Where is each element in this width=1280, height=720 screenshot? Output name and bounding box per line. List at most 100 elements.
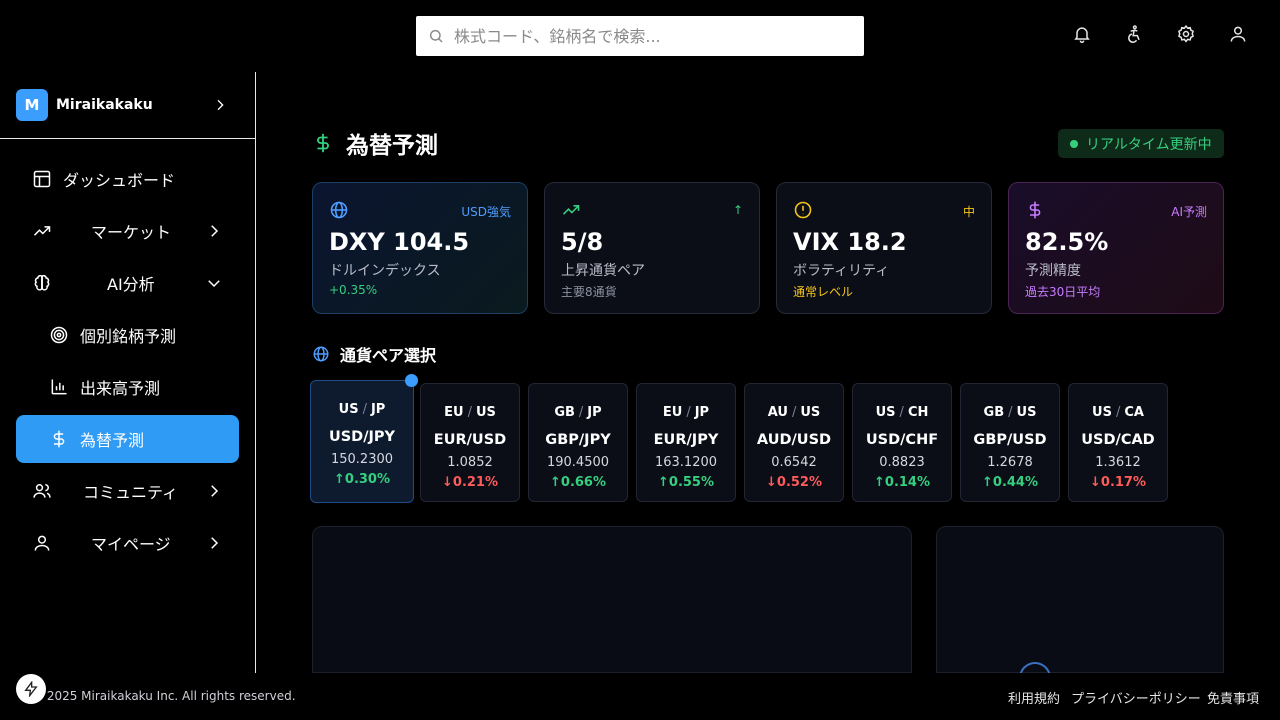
pair-codes: US / CH [853, 405, 951, 420]
sidebar-item-dashboard[interactable]: ダッシュボード [16, 155, 239, 203]
trending-up-icon [32, 221, 52, 241]
pair-slash: / [578, 405, 584, 420]
pair-name: AUD/USD [756, 432, 832, 448]
card-value: DXY 104.5 [329, 228, 470, 256]
pair-codes: AU / US [745, 405, 843, 420]
gear-icon[interactable] [1176, 24, 1198, 46]
sidebar: M Miraikakaku ダッシュボード マーケット AI分析 個別銘柄予測 … [0, 72, 256, 673]
pair-change: ↑0.30% [334, 472, 390, 487]
pair-base-code: US [875, 405, 896, 420]
card-value: VIX 18.2 [793, 228, 907, 256]
currency-pair-card[interactable]: US / CA USD/CAD 1.3612 ↓0.17% [1068, 383, 1168, 502]
accessibility-icon[interactable] [1124, 24, 1146, 46]
bolt-icon[interactable] [16, 674, 46, 704]
privacy-link[interactable]: プライバシーポリシー [1071, 688, 1201, 707]
search-input[interactable] [454, 26, 834, 46]
pair-change: ↑0.44% [982, 475, 1038, 490]
dollar-icon [49, 429, 69, 449]
pair-name: EUR/USD [433, 432, 507, 448]
disclaimer-link[interactable]: 免責事項 [1207, 688, 1259, 707]
currency-pair-card[interactable]: GB / JP GBP/JPY 190.4500 ↑0.66% [528, 383, 628, 502]
trending-up-icon [561, 200, 581, 220]
bar-chart-icon [49, 377, 69, 397]
sidebar-item-fx-prediction[interactable]: 為替予測 [16, 415, 239, 463]
brand-switcher[interactable]: M Miraikakaku [16, 89, 240, 121]
card-sub: 過去30日平均 [1025, 285, 1101, 299]
sidebar-divider [0, 138, 256, 139]
bell-icon[interactable] [1072, 24, 1094, 46]
chevron-right-icon [205, 482, 223, 500]
pair-base-code: US [1092, 405, 1112, 420]
card-sub: 主要8通貨 [561, 285, 617, 299]
selected-indicator [405, 374, 418, 387]
card-badge: AI予測 [1171, 205, 1207, 219]
terms-link[interactable]: 利用規約 [1008, 688, 1060, 707]
sidebar-item-ai-analysis[interactable]: AI分析 [16, 259, 239, 307]
pair-codes: GB / JP [529, 405, 627, 420]
pair-slash: / [686, 405, 691, 420]
section-title-text: 通貨ペア選択 [340, 346, 437, 365]
sidebar-item-volume-prediction[interactable]: 出来高予測 [16, 363, 239, 411]
brand-logo: M [16, 89, 48, 121]
pair-name: USD/JPY [328, 429, 396, 445]
stat-card-dxy[interactable]: USD強気 DXY 104.5 ドルインデックス +0.35% [312, 182, 528, 314]
card-value: 82.5% [1025, 228, 1109, 256]
pair-name: EUR/JPY [653, 432, 719, 448]
pair-base-code: US [338, 402, 359, 417]
pair-base-code: GB [554, 405, 575, 420]
chevron-right-icon [205, 534, 223, 552]
sidebar-item-mypage[interactable]: マイページ [16, 519, 239, 567]
pair-change: ↑0.66% [550, 475, 606, 490]
sidebar-item-label: AI分析 [107, 275, 155, 294]
brand-name: Miraikakaku [56, 97, 153, 113]
sidebar-item-community[interactable]: コミュニティ [16, 467, 239, 515]
pair-rate: 1.2678 [987, 455, 1033, 470]
pair-codes: EU / US [421, 405, 519, 420]
pair-slash: / [467, 405, 472, 420]
pair-change: ↑0.14% [874, 475, 930, 490]
live-update-badge: リアルタイム更新中 [1058, 129, 1224, 158]
card-badge: ↑ [732, 203, 743, 217]
currency-pair-card[interactable]: AU / US AUD/USD 0.6542 ↓0.52% [744, 383, 844, 502]
user-icon[interactable] [1228, 24, 1250, 46]
sidebar-item-market[interactable]: マーケット [16, 207, 239, 255]
pair-slash: / [899, 405, 904, 420]
currency-pair-card[interactable]: US / JP USD/JPY 150.2300 ↑0.30% [310, 374, 418, 503]
pair-base-code: EU [662, 405, 683, 420]
pair-quote-code: US [1016, 405, 1037, 420]
stat-card-vix[interactable]: 中 VIX 18.2 ボラティリティ 通常レベル [776, 182, 992, 314]
stat-card-accuracy[interactable]: AI予測 82.5% 予測精度 過去30日平均 [1008, 182, 1224, 314]
currency-pair-card[interactable]: GB / US GBP/USD 1.2678 ↑0.44% [960, 383, 1060, 502]
currency-pair-card[interactable]: EU / JP EUR/JPY 163.1200 ↑0.55% [636, 383, 736, 502]
pair-base-code: GB [983, 405, 1005, 420]
live-badge-text: リアルタイム更新中 [1086, 136, 1212, 153]
currency-pair-card[interactable]: US / CH USD/CHF 0.8823 ↑0.14% [852, 383, 952, 502]
globe-icon [312, 345, 330, 363]
layout-icon [32, 169, 52, 189]
stat-card-rising-pairs[interactable]: ↑ 5/8 上昇通貨ペア 主要8通貨 [544, 182, 760, 314]
pair-rate: 163.1200 [654, 455, 718, 470]
pair-name: GBP/USD [973, 432, 1047, 448]
pair-name: USD/CHF [865, 432, 939, 448]
user-icon [32, 533, 52, 553]
currency-pair-card[interactable]: EU / US EUR/USD 1.0852 ↓0.21% [420, 383, 520, 502]
pair-rate: 0.8823 [879, 455, 925, 470]
search-bar[interactable] [416, 16, 864, 56]
card-value: 5/8 [561, 228, 604, 256]
pair-codes: GB / US [961, 405, 1059, 420]
sidebar-item-stock-prediction[interactable]: 個別銘柄予測 [16, 311, 239, 359]
live-dot [1070, 139, 1078, 148]
pair-change: ↓0.17% [1090, 475, 1146, 490]
chevron-right-icon [212, 97, 228, 117]
pair-name: USD/CAD [1081, 432, 1155, 448]
pair-rate: 1.3612 [1095, 455, 1141, 470]
sidebar-item-label: コミュニティ [83, 483, 179, 502]
card-label: 予測精度 [1025, 263, 1081, 279]
pair-codes: EU / JP [637, 405, 735, 420]
pair-quote-code: CA [1124, 405, 1144, 420]
pair-slash: / [791, 405, 797, 420]
page-title: 為替予測 [312, 126, 438, 160]
pair-rate: 150.2300 [330, 452, 394, 467]
card-label: ドルインデックス [329, 263, 441, 279]
chevron-down-icon [205, 274, 223, 292]
